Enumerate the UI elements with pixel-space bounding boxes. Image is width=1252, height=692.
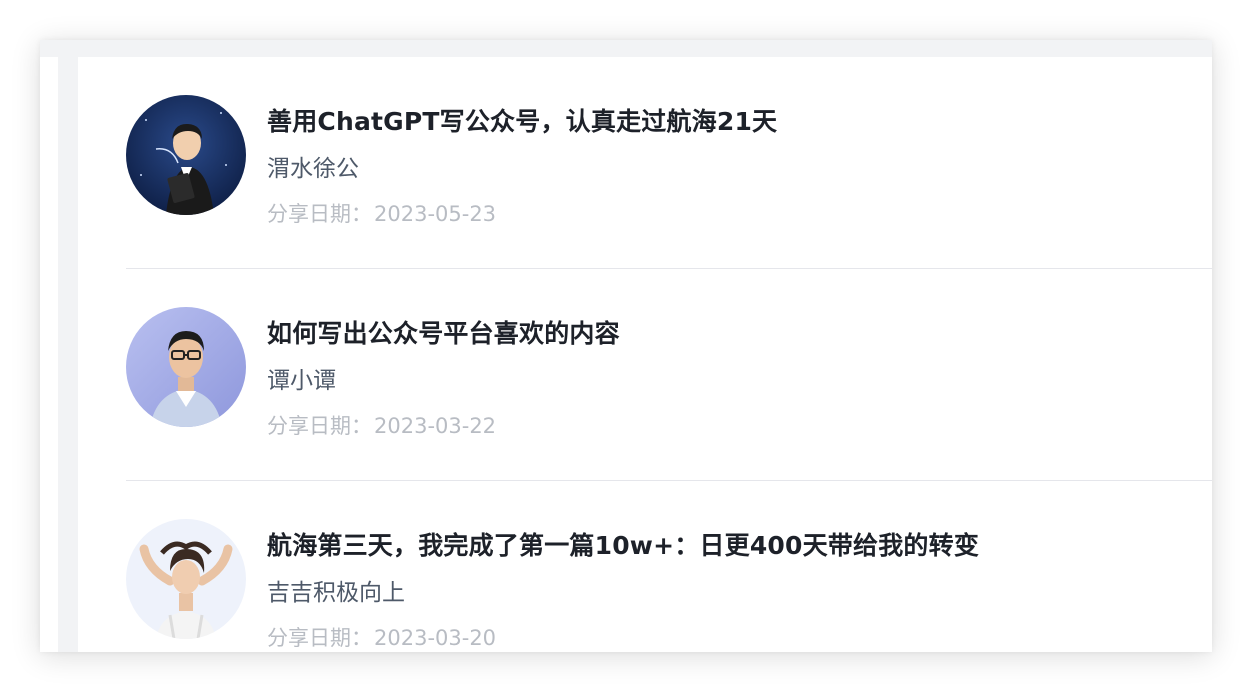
man-with-glasses-avatar-icon bbox=[126, 307, 246, 427]
share-date: 分享日期：2023-05-23 bbox=[267, 198, 496, 228]
share-date: 分享日期：2023-03-20 bbox=[267, 622, 496, 652]
share-item[interactable]: 航海第三天，我完成了第一篇10w+：日更400天带给我的转变 吉吉积极向上 分享… bbox=[126, 481, 1212, 652]
share-item[interactable]: 善用ChatGPT写公众号，认真走过航海21天 渭水徐公 分享日期：2023-0… bbox=[126, 57, 1212, 269]
illustrated-man-avatar-icon bbox=[126, 95, 246, 215]
share-date-label: 分享日期： bbox=[267, 414, 372, 438]
share-title[interactable]: 善用ChatGPT写公众号，认真走过航海21天 bbox=[267, 102, 777, 138]
share-title[interactable]: 航海第三天，我完成了第一篇10w+：日更400天带给我的转变 bbox=[267, 526, 979, 562]
top-strip bbox=[40, 40, 1212, 57]
share-list: 善用ChatGPT写公众号，认真走过航海21天 渭水徐公 分享日期：2023-0… bbox=[78, 57, 1212, 652]
share-author: 渭水徐公 bbox=[267, 156, 359, 182]
share-title[interactable]: 如何写出公众号平台喜欢的内容 bbox=[267, 314, 620, 350]
share-date-value: 2023-05-23 bbox=[374, 202, 497, 226]
left-panel bbox=[40, 57, 58, 652]
share-date-label: 分享日期： bbox=[267, 626, 372, 650]
share-date-value: 2023-03-22 bbox=[374, 414, 497, 438]
app-window: 善用ChatGPT写公众号，认真走过航海21天 渭水徐公 分享日期：2023-0… bbox=[40, 40, 1212, 652]
share-date: 分享日期：2023-03-22 bbox=[267, 410, 496, 440]
woman-arms-raised-avatar-icon bbox=[126, 519, 246, 639]
share-author: 吉吉积极向上 bbox=[267, 580, 405, 606]
share-date-value: 2023-03-20 bbox=[374, 626, 497, 650]
share-date-label: 分享日期： bbox=[267, 202, 372, 226]
panel-divider bbox=[58, 57, 78, 652]
share-author: 谭小谭 bbox=[267, 368, 336, 394]
share-item[interactable]: 如何写出公众号平台喜欢的内容 谭小谭 分享日期：2023-03-22 bbox=[126, 269, 1212, 481]
